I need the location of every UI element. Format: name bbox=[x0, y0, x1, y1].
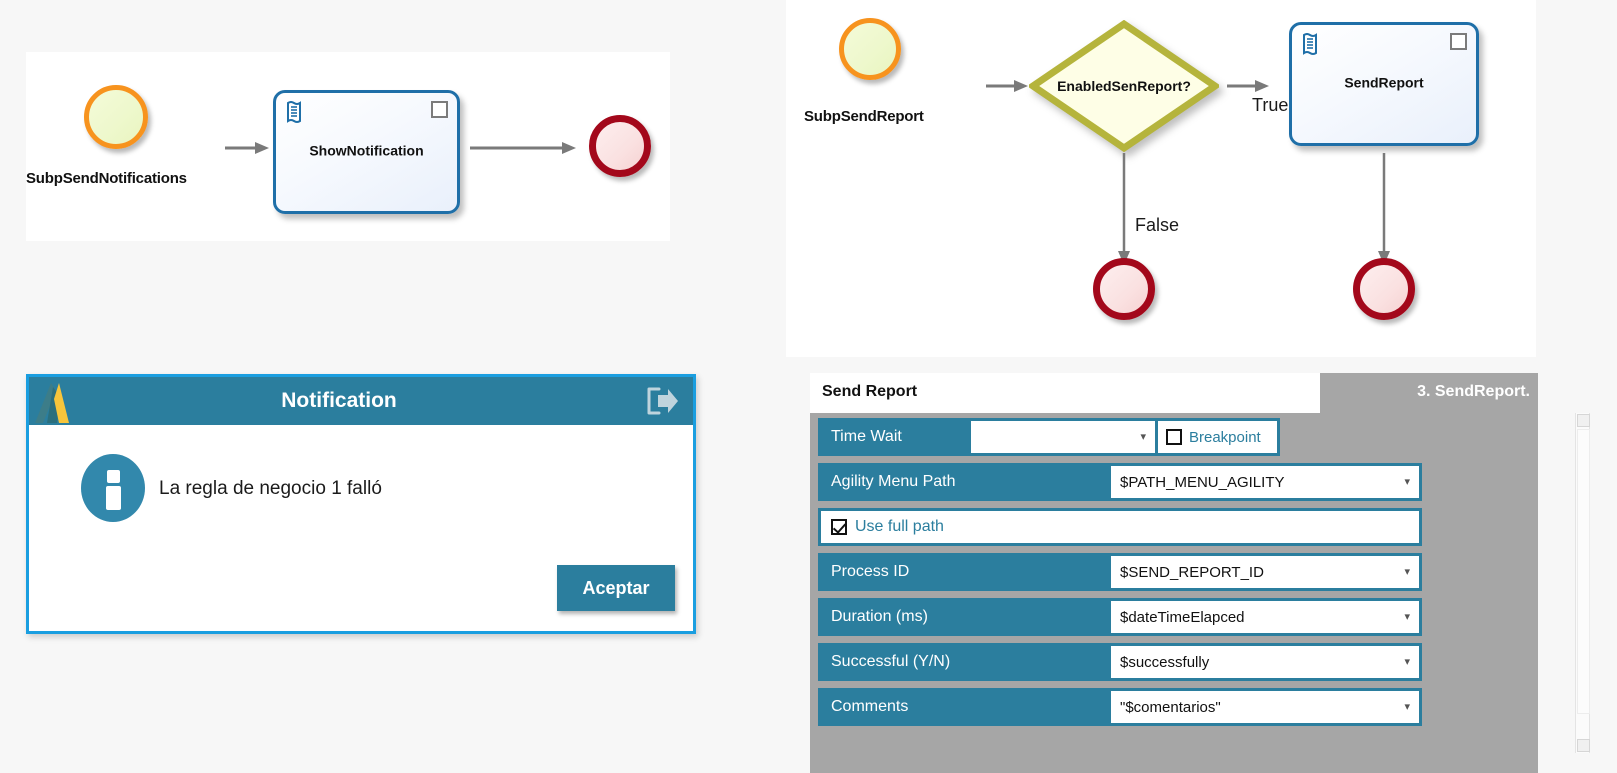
scroll-thumb[interactable] bbox=[1577, 429, 1590, 714]
gateway-enabledsenreport[interactable]: EnabledSenReport? bbox=[1029, 20, 1219, 152]
start-event-label: SubpSendNotifications bbox=[26, 170, 187, 187]
accept-button[interactable]: Aceptar bbox=[557, 565, 675, 611]
start-event-label: SubpSendReport bbox=[804, 108, 924, 125]
subprocess-marker-icon bbox=[1450, 33, 1467, 50]
duration-select[interactable]: $dateTimeElapced ▾ bbox=[1108, 598, 1422, 636]
form-row-comments: Comments "$comentarios" ▾ bbox=[818, 688, 1422, 726]
process-id-label: Process ID bbox=[818, 553, 1108, 591]
arrow-right-icon bbox=[986, 78, 1028, 99]
start-event-subpsendnotifications[interactable] bbox=[84, 85, 148, 149]
info-circle-icon bbox=[77, 452, 149, 529]
arrow-down-icon-false bbox=[1116, 153, 1132, 270]
duration-value: $dateTimeElapced bbox=[1120, 608, 1245, 626]
form-row-successful: Successful (Y/N) $successfully ▾ bbox=[818, 643, 1422, 681]
form-rows: Time Wait ▾ Breakpoint Agility Menu Path… bbox=[818, 418, 1422, 733]
arrow-down-icon bbox=[1376, 153, 1392, 270]
duration-label: Duration (ms) bbox=[818, 598, 1108, 636]
task-sendreport[interactable]: SendReport bbox=[1289, 22, 1479, 146]
form-title: Send Report bbox=[822, 383, 918, 400]
script-task-icon bbox=[285, 101, 305, 130]
end-event-false-branch[interactable] bbox=[1093, 258, 1155, 320]
chevron-down-icon: ▾ bbox=[1404, 610, 1410, 623]
vertical-scrollbar[interactable] bbox=[1575, 413, 1590, 753]
form-row-time-wait: Time Wait ▾ Breakpoint bbox=[818, 418, 1422, 456]
form-row-duration: Duration (ms) $dateTimeElapced ▾ bbox=[818, 598, 1422, 636]
chevron-down-icon: ▾ bbox=[1404, 700, 1410, 713]
bpmn-diagram-notifications: SubpSendNotifications ShowNotification bbox=[26, 52, 670, 241]
comments-select[interactable]: "$comentarios" ▾ bbox=[1108, 688, 1422, 726]
notification-body: La regla de negocio 1 falló Aceptar bbox=[29, 425, 693, 631]
flow-label-false: False bbox=[1135, 215, 1180, 235]
form-row-agility-menu-path: Agility Menu Path $PATH_MENU_AGILITY ▾ bbox=[818, 463, 1422, 501]
bpmn-diagram-sendreport: SubpSendReport EnabledSenReport? True Se… bbox=[786, 0, 1536, 357]
breakpoint-label: Breakpoint bbox=[1189, 428, 1261, 446]
notification-message: La regla de negocio 1 falló bbox=[159, 478, 382, 499]
task-shownotification[interactable]: ShowNotification bbox=[273, 90, 460, 214]
process-id-select[interactable]: $SEND_REPORT_ID ▾ bbox=[1108, 553, 1422, 591]
notification-title-bar: Notification bbox=[29, 377, 693, 425]
comments-label: Comments bbox=[818, 688, 1108, 726]
task-label: SendReport bbox=[1344, 74, 1424, 91]
comments-value: "$comentarios" bbox=[1120, 698, 1221, 716]
notification-title: Notification bbox=[281, 389, 397, 412]
script-task-icon bbox=[1301, 33, 1321, 62]
scroll-down-arrow-icon[interactable] bbox=[1577, 739, 1590, 752]
agility-menu-path-select[interactable]: $PATH_MENU_AGILITY ▾ bbox=[1108, 463, 1422, 501]
agility-menu-path-value: $PATH_MENU_AGILITY bbox=[1120, 473, 1285, 491]
time-wait-select[interactable]: ▾ bbox=[968, 418, 1158, 456]
agility-menu-path-label: Agility Menu Path bbox=[818, 463, 1108, 501]
flow-label-true: True bbox=[1252, 95, 1289, 115]
breakpoint-checkbox-row[interactable]: Breakpoint bbox=[1158, 418, 1280, 456]
successful-value: $successfully bbox=[1120, 653, 1210, 671]
task-label: ShowNotification bbox=[309, 142, 424, 159]
start-event-subpsendreport[interactable] bbox=[839, 18, 901, 80]
chevron-down-icon: ▾ bbox=[1404, 565, 1410, 578]
notification-dialog: Notification La regla de negocio 1 falló… bbox=[26, 374, 696, 634]
time-wait-label: Time Wait bbox=[818, 418, 968, 456]
checkbox-icon[interactable] bbox=[1166, 429, 1182, 445]
form-header: Send Report 3. SendReport. bbox=[810, 373, 1538, 413]
chevron-down-icon: ▾ bbox=[1140, 430, 1146, 443]
successful-label: Successful (Y/N) bbox=[818, 643, 1108, 681]
form-step-label: 3. SendReport. bbox=[1417, 383, 1530, 400]
process-id-value: $SEND_REPORT_ID bbox=[1120, 563, 1264, 581]
chevron-down-icon: ▾ bbox=[1404, 655, 1410, 668]
scroll-up-arrow-icon[interactable] bbox=[1577, 414, 1590, 427]
end-event-true-branch[interactable] bbox=[1353, 258, 1415, 320]
exit-arrow-icon[interactable] bbox=[631, 377, 693, 425]
send-report-form-panel: Send Report 3. SendReport. Time Wait ▾ B… bbox=[810, 373, 1538, 773]
arrow-right-icon bbox=[470, 140, 576, 161]
subprocess-marker-icon bbox=[431, 101, 448, 118]
end-event-notifications[interactable] bbox=[589, 115, 651, 177]
chevron-down-icon: ▾ bbox=[1404, 475, 1410, 488]
form-row-use-full-path[interactable]: Use full path bbox=[818, 508, 1422, 546]
form-row-process-id: Process ID $SEND_REPORT_ID ▾ bbox=[818, 553, 1422, 591]
successful-select[interactable]: $successfully ▾ bbox=[1108, 643, 1422, 681]
arrow-right-icon bbox=[225, 140, 269, 161]
checkbox-checked-icon[interactable] bbox=[831, 519, 847, 535]
use-full-path-label: Use full path bbox=[855, 518, 944, 535]
